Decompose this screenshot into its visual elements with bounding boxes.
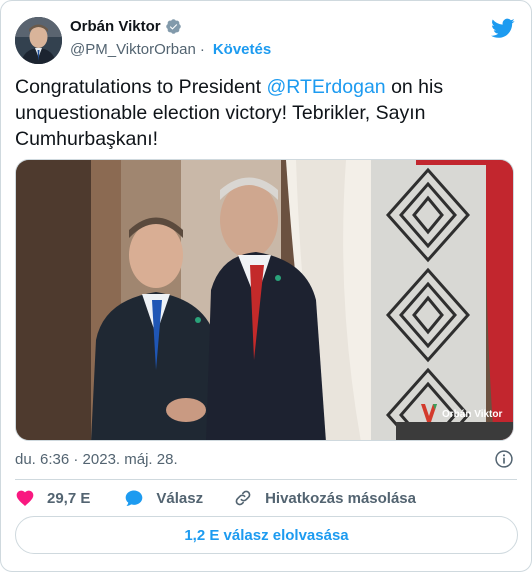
- speech-bubble-icon: [126, 490, 143, 506]
- author-name-row: Orbán Viktor: [70, 18, 182, 35]
- link-icon: [235, 490, 251, 506]
- like-action[interactable]: 29,7 E: [15, 488, 90, 508]
- tweet-timestamp[interactable]: du. 6:36 · 2023. máj. 28.: [15, 451, 178, 468]
- twitter-bird-icon[interactable]: [491, 16, 515, 40]
- separator-dot: ·: [199, 41, 205, 58]
- tweet-text: Congratulations to President @RTErdogan …: [15, 74, 515, 152]
- tweet-card: Orbán Viktor @PM_ViktorOrban · Követés C…: [0, 0, 532, 572]
- tweet-actions: 29,7 E Válasz Hivatkozás másolása: [15, 488, 416, 508]
- copy-link-action[interactable]: Hivatkozás másolása: [233, 488, 416, 508]
- info-icon[interactable]: [494, 449, 514, 469]
- heart-icon: [16, 490, 34, 506]
- reply-label: Válasz: [156, 489, 204, 507]
- author-handle-row: @PM_ViktorOrban · Követés: [70, 41, 271, 58]
- verified-badge-icon: [165, 19, 181, 34]
- author-name[interactable]: Orbán Viktor: [70, 18, 161, 35]
- author-handle[interactable]: @PM_ViktorOrban: [70, 41, 196, 58]
- divider: [15, 479, 517, 480]
- mention-link[interactable]: @RTErdogan: [266, 76, 385, 98]
- photo-watermark: Orbán Viktor: [442, 409, 502, 420]
- author-avatar[interactable]: [15, 17, 62, 64]
- follow-button[interactable]: Követés: [213, 41, 271, 58]
- copy-link-label: Hivatkozás másolása: [265, 489, 416, 507]
- tweet-text-before: Congratulations to President: [15, 76, 267, 98]
- photo-illustration: Orbán Viktor: [16, 160, 513, 440]
- reply-action[interactable]: Válasz: [124, 488, 203, 508]
- tweet-photo[interactable]: Orbán Viktor: [15, 159, 514, 441]
- likes-count: 29,7 E: [47, 489, 91, 507]
- avatar-photo: [15, 17, 62, 64]
- read-replies-button[interactable]: 1,2 E válasz elolvasása: [15, 516, 518, 554]
